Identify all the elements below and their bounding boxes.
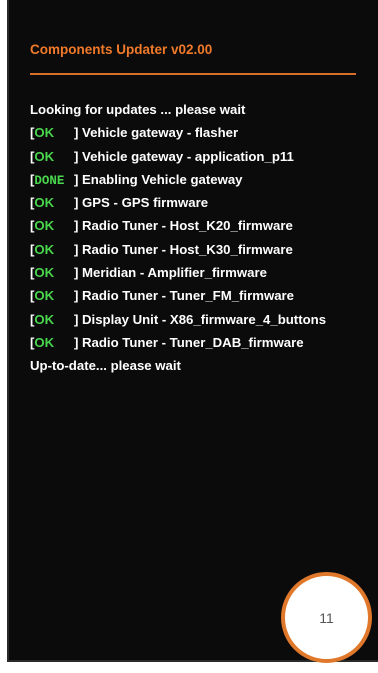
log-message: Vehicle gateway - application_p11 [82,148,294,164]
status-indicator: [OK] [30,331,82,354]
bracket-close: ] [74,125,79,141]
log-message: Radio Tuner - Tuner_FM_firmware [82,288,295,304]
title-divider [30,73,356,75]
log-entry: [OK] Vehicle gateway - flasher [30,121,378,144]
log-footer-line: Up-to-date... please wait [30,358,181,374]
updater-title: Components Updater v02.00 [30,42,213,57]
status-word: OK [34,311,55,327]
status-word: DONE [34,173,65,188]
log-entry: [OK] Radio Tuner - Tuner_DAB_firmware [30,331,378,354]
bracket-close: ] [74,265,79,281]
log-message: Radio Tuner - Tuner_DAB_firmware [82,334,304,350]
status-word: OK [34,218,55,234]
status-indicator: [OK] [30,261,82,284]
status-word: OK [34,334,55,350]
updater-screen: Components Updater v02.00 Looking for up… [7,0,378,662]
log-entry: [OK] Vehicle gateway - application_p11 [30,145,378,168]
step-number-badge: 11 [281,572,372,663]
page: Components Updater v02.00 Looking for up… [0,0,378,673]
bracket-close: ] [74,218,79,234]
status-indicator: [DONE] [30,168,82,193]
status-word: OK [34,288,55,304]
log-entry: [OK] GPS - GPS firmware [30,191,378,214]
bracket-close: ] [74,241,79,257]
status-word: OK [34,265,55,281]
log-entry: [OK] Meridian - Amplifier_firmware [30,261,378,284]
status-indicator: [OK] [30,308,82,331]
status-word: OK [34,241,55,257]
log-entry: [OK] Radio Tuner - Tuner_FM_firmware [30,284,378,307]
status-indicator: [OK] [30,214,82,237]
log-message: Enabling Vehicle gateway [82,171,243,187]
status-indicator: [OK] [30,284,82,307]
log-intro-line: Looking for updates ... please wait [30,102,246,117]
bracket-close: ] [74,334,79,350]
bracket-close: ] [74,148,79,164]
log-entry: [OK] Radio Tuner - Host_K30_firmware [30,238,378,261]
log-message: Meridian - Amplifier_firmware [82,265,267,281]
log-entry: [DONE] Enabling Vehicle gateway [30,168,378,191]
log-message: Vehicle gateway - flasher [82,125,239,141]
bracket-close: ] [74,311,79,327]
update-log: Looking for updates ... please wait [OK]… [30,98,378,378]
step-number: 11 [319,609,334,626]
status-indicator: [OK] [30,191,82,214]
status-indicator: [OK] [30,145,82,168]
status-indicator: [OK] [30,121,82,144]
bracket-close: ] [74,195,79,211]
bracket-close: ] [74,171,79,187]
bracket-close: ] [74,288,79,304]
status-word: OK [34,195,55,211]
status-indicator: [OK] [30,238,82,261]
log-message: Radio Tuner - Host_K30_firmware [82,241,293,257]
status-word: OK [34,125,55,141]
log-message: Display Unit - X86_firmware_4_buttons [82,311,327,327]
log-message: Radio Tuner - Host_K20_firmware [82,218,293,234]
status-word: OK [34,148,55,164]
log-message: GPS - GPS firmware [82,195,209,211]
log-entry: [OK] Display Unit - X86_firmware_4_button… [30,308,378,331]
log-entry: [OK] Radio Tuner - Host_K20_firmware [30,214,378,237]
